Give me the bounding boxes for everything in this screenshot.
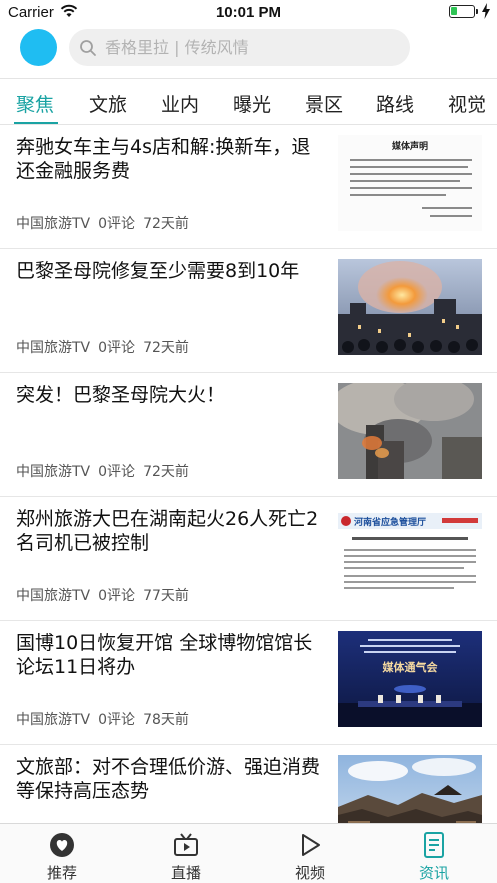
news-thumbnail-statement: 媒体声明 [338, 135, 482, 231]
news-title: 国博10日恢复开馆 全球博物馆馆长论坛11日将办 [16, 632, 313, 678]
news-time: 72天前 [143, 340, 189, 356]
clock: 10:01 PM [215, 4, 282, 21]
tabbar-label: 直播 [170, 864, 201, 882]
news-time: 78天前 [143, 712, 189, 728]
news-source: 中国旅游TV [16, 712, 91, 728]
tabbar-live[interactable]: 直播 [124, 824, 248, 883]
tab-scenic-area[interactable]: 景区 [305, 90, 343, 117]
news-meta: 中国旅游TV 0评论 78天前 [16, 709, 197, 729]
news-title: 巴黎圣母院修复至少需要8到10年 [16, 260, 300, 282]
news-list: 奔驰女车主与4s店和解:换新车，退还金融服务费 中国旅游TV 0评论 72天前 媒体… [0, 125, 497, 823]
press-banner-text: 媒体通气会 [382, 660, 439, 674]
tab-visual[interactable]: 视觉 [448, 90, 486, 117]
news-title: 文旅部：对不合理低价游、强迫消费等保持高压态势 [16, 756, 321, 802]
news-comments: 0评论 [98, 464, 136, 480]
news-time: 72天前 [143, 464, 189, 480]
news-source: 中国旅游TV [16, 588, 91, 604]
tab-focus[interactable]: 聚焦 [16, 90, 54, 117]
news-source: 中国旅游TV [16, 216, 91, 232]
document-icon [424, 832, 444, 858]
news-item[interactable]: 突发！巴黎圣母院大火！ 中国旅游TV 0评论 72天前 [0, 373, 497, 497]
news-meta: 中国旅游TV 0评论 77天前 [16, 585, 197, 605]
news-source: 中国旅游TV [16, 340, 91, 356]
news-meta: 中国旅游TV 0评论 72天前 [16, 461, 197, 481]
tabbar-news[interactable]: 资讯 [372, 824, 496, 883]
news-time: 72天前 [143, 216, 189, 232]
statement-title-text: 媒体声明 [391, 140, 428, 152]
tab-culture-travel[interactable]: 文旅 [89, 90, 127, 117]
news-comments: 0评论 [98, 216, 136, 232]
news-thumbnail-old-town [338, 755, 482, 823]
news-comments: 0评论 [98, 340, 136, 356]
tab-exposure[interactable]: 曝光 [233, 90, 271, 117]
news-comments: 0评论 [98, 712, 136, 728]
news-title: 郑州旅游大巴在湖南起火26人死亡2名司机已被控制 [16, 508, 319, 554]
news-thumbnail-cathedral-fire [338, 259, 482, 355]
gov-header-text: 河南省应急管理厅 [354, 516, 426, 528]
news-thumbnail-press-conference: 媒体通气会 [338, 631, 482, 727]
play-icon [302, 834, 320, 856]
news-item[interactable]: 文旅部：对不合理低价游、强迫消费等保持高压态势 [0, 745, 497, 823]
news-title: 奔驰女车主与4s店和解:换新车，退还金融服务费 [16, 136, 311, 182]
tabbar-label: 推荐 [46, 864, 77, 882]
tabbar-video[interactable]: 视频 [248, 824, 372, 883]
bottom-tab-bar: 推荐 直播 视频 资讯 [0, 823, 497, 883]
search-bar[interactable] [69, 29, 410, 66]
tv-icon [174, 833, 198, 856]
avatar[interactable] [20, 29, 57, 66]
tab-routes[interactable]: 路线 [376, 90, 414, 117]
tab-industry[interactable]: 业内 [161, 90, 199, 117]
news-title: 突发！巴黎圣母院大火！ [16, 384, 226, 406]
news-item[interactable]: 奔驰女车主与4s店和解:换新车，退还金融服务费 中国旅游TV 0评论 72天前 媒体… [0, 125, 497, 249]
search-icon [80, 40, 96, 56]
news-item[interactable]: 郑州旅游大巴在湖南起火26人死亡2名司机已被控制 中国旅游TV 0评论 77天前 河… [0, 497, 497, 621]
news-meta: 中国旅游TV 0评论 72天前 [16, 337, 197, 357]
tabbar-label: 视频 [294, 864, 325, 882]
news-item[interactable]: 巴黎圣母院修复至少需要8到10年 中国旅游TV 0评论 72天前 [0, 249, 497, 373]
tabbar-label: 资讯 [418, 864, 449, 882]
category-tabs: 聚焦 文旅 业内 曝光 景区 路线 视觉 [0, 78, 497, 125]
status-bar: Carrier 10:01 PM [0, 0, 497, 26]
heart-icon [50, 833, 74, 857]
battery-tip [476, 9, 478, 14]
news-meta: 中国旅游TV 0评论 72天前 [16, 213, 197, 233]
news-item[interactable]: 国博10日恢复开馆 全球博物馆馆长论坛11日将办 中国旅游TV 0评论 78天前 媒… [0, 621, 497, 745]
battery-icon [449, 5, 475, 18]
charging-bolt-icon [482, 3, 490, 19]
news-thumbnail-government-page: 河南省应急管理厅 [338, 507, 482, 603]
news-thumbnail-cathedral-smoke [338, 383, 482, 479]
top-header [0, 26, 497, 78]
tabbar-recommend[interactable]: 推荐 [0, 824, 124, 883]
news-source: 中国旅游TV [16, 464, 91, 480]
news-time: 77天前 [143, 588, 189, 604]
search-input[interactable] [105, 29, 400, 66]
news-comments: 0评论 [98, 588, 136, 604]
